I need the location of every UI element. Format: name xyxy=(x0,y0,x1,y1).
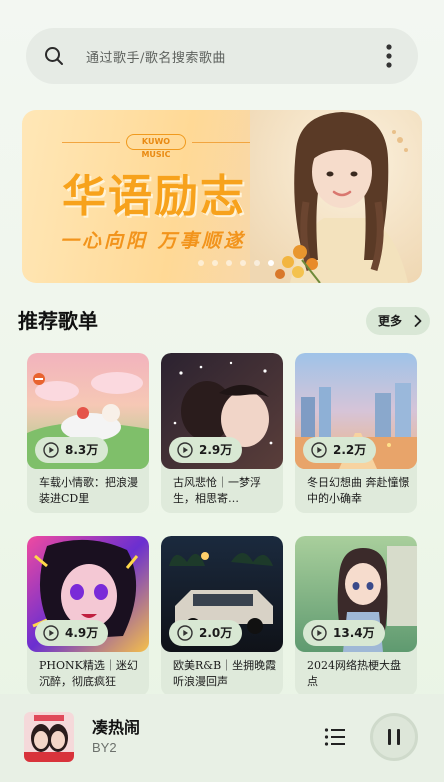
play-circle-icon xyxy=(311,625,327,641)
play-circle-icon xyxy=(177,442,193,458)
play-count: 2.2万 xyxy=(333,443,367,457)
carousel-dot-active[interactable] xyxy=(268,260,274,266)
mini-player[interactable]: 凑热闹 BY2 xyxy=(0,694,444,782)
play-circle-icon xyxy=(177,625,193,641)
banner-tagline: 一心向阳 万事顺遂 xyxy=(60,230,246,252)
play-count: 2.0万 xyxy=(199,626,233,640)
search-icon[interactable] xyxy=(44,46,64,66)
banner-divider xyxy=(62,142,120,143)
play-count-badge: 2.2万 xyxy=(303,437,377,463)
pause-button[interactable] xyxy=(370,713,418,761)
more-vertical-icon[interactable] xyxy=(386,44,392,68)
playlist-card[interactable]: 2.2万 冬日幻想曲 奔赴憧憬中的小确幸 xyxy=(295,353,417,513)
playlist-card[interactable]: 2.0万 欧美R&B｜坐拥晚霞听浪漫回声 xyxy=(161,536,283,696)
playlist-card[interactable]: 2.9万 古风悲怆｜一梦浮生，相思寄… xyxy=(161,353,283,513)
playlist-title: 2024网络热梗大盘点 xyxy=(307,659,401,688)
carousel-dot[interactable] xyxy=(198,260,204,266)
playlist-card[interactable]: 8.3万 车载小情歌：把浪漫装进CD里 xyxy=(27,353,149,513)
search-bar[interactable]: 通过歌手/歌名搜索歌曲 xyxy=(26,28,418,84)
carousel-indicator xyxy=(198,260,274,266)
playlist-card[interactable]: 13.4万 2024网络热梗大盘点 xyxy=(295,536,417,696)
play-count-badge: 13.4万 xyxy=(303,620,385,646)
play-count-badge: 2.0万 xyxy=(169,620,243,646)
playlist-card[interactable]: 4.9万 PHONK精选｜迷幻沉醉，彻底疯狂 xyxy=(27,536,149,696)
play-circle-icon xyxy=(43,625,59,641)
carousel-dot[interactable] xyxy=(212,260,218,266)
play-count: 13.4万 xyxy=(333,626,375,640)
banner-headline: 华语励志 xyxy=(62,171,246,222)
album-art[interactable] xyxy=(24,712,74,762)
more-button-label: 更多 xyxy=(378,314,403,328)
now-playing-artist: BY2 xyxy=(92,740,117,755)
playlist-icon[interactable] xyxy=(324,726,346,748)
play-count-badge: 2.9万 xyxy=(169,437,243,463)
playlist-title: 车载小情歌：把浪漫装进CD里 xyxy=(39,476,138,505)
play-count: 4.9万 xyxy=(65,626,99,640)
play-count: 8.3万 xyxy=(65,443,99,457)
playlist-title: 冬日幻想曲 奔赴憧憬中的小确幸 xyxy=(307,476,410,505)
playlist-title: 古风悲怆｜一梦浮生，相思寄… xyxy=(173,476,261,505)
play-count: 2.9万 xyxy=(199,443,233,457)
play-count-badge: 8.3万 xyxy=(35,437,109,463)
play-circle-icon xyxy=(43,442,59,458)
banner-carousel[interactable]: KUWO MUSIC 华语励志 一心向阳 万事顺遂 xyxy=(22,110,422,283)
banner-divider xyxy=(192,142,250,143)
more-button[interactable]: 更多 xyxy=(366,307,430,335)
play-circle-icon xyxy=(311,442,327,458)
section-title: 推荐歌单 xyxy=(18,309,98,333)
banner-portrait-image xyxy=(250,110,422,283)
chevron-right-icon xyxy=(414,315,422,327)
play-count-badge: 4.9万 xyxy=(35,620,109,646)
carousel-dot[interactable] xyxy=(226,260,232,266)
carousel-dot[interactable] xyxy=(254,260,260,266)
banner-brand: KUWO MUSIC xyxy=(126,134,186,159)
playlist-title: 欧美R&B｜坐拥晚霞听浪漫回声 xyxy=(173,659,277,688)
pause-icon xyxy=(388,729,400,745)
carousel-dot[interactable] xyxy=(240,260,246,266)
now-playing-title: 凑热闹 xyxy=(92,718,141,737)
playlist-title: PHONK精选｜迷幻沉醉，彻底疯狂 xyxy=(39,659,138,688)
search-placeholder[interactable]: 通过歌手/歌名搜索歌曲 xyxy=(86,47,226,66)
